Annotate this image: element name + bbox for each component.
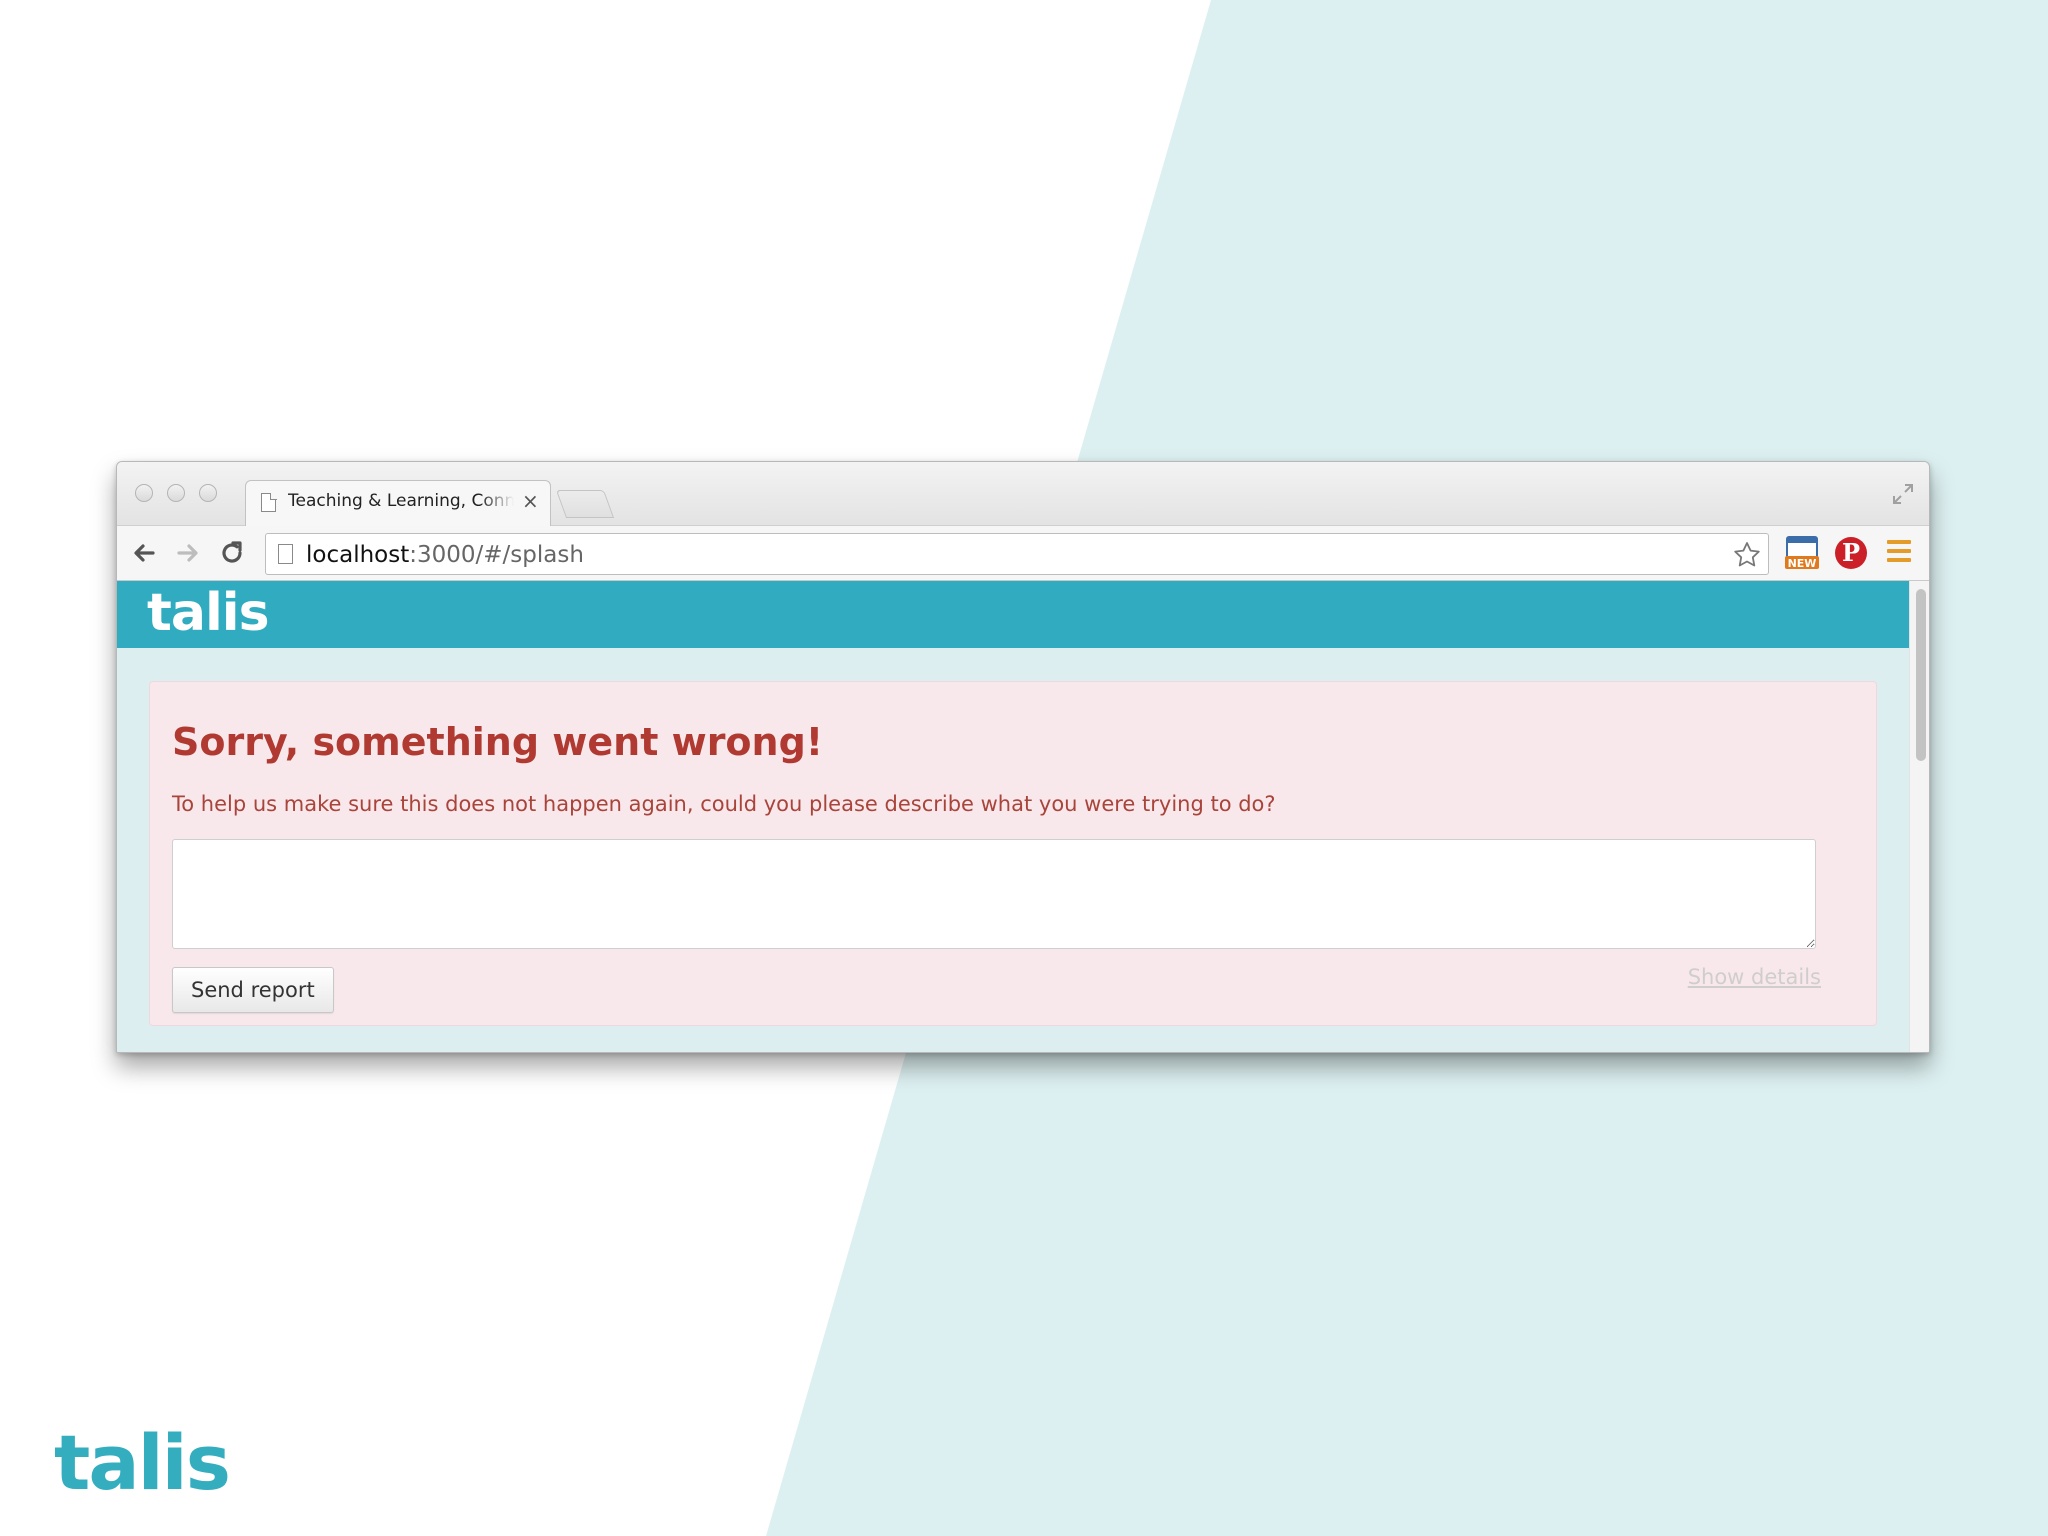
error-panel: Sorry, something went wrong! To help us … — [149, 681, 1877, 1026]
show-details-link[interactable]: Show details — [1688, 965, 1821, 989]
app-header: talis — [117, 581, 1909, 648]
address-bar[interactable]: localhost:3000/#/splash — [265, 533, 1769, 575]
page-viewport: talis Sorry, something went wrong! To he… — [117, 581, 1909, 1052]
fullscreen-icon[interactable] — [1891, 482, 1915, 506]
url-host: localhost — [306, 542, 410, 568]
tab-close-icon[interactable]: × — [522, 489, 539, 513]
report-textarea[interactable] — [172, 839, 1816, 949]
document-icon — [261, 493, 276, 512]
browser-tab[interactable]: Teaching & Learning, Connected × — [245, 480, 551, 527]
url-text[interactable]: localhost:3000/#/splash — [306, 542, 584, 568]
url-path: :3000/#/splash — [409, 542, 584, 568]
send-report-button[interactable]: Send report — [172, 967, 334, 1013]
browser-window: Teaching & Learning, Connected × localho… — [116, 461, 1930, 1053]
error-description: To help us make sure this does not happe… — [172, 792, 1276, 816]
hamburger-menu-icon[interactable] — [1887, 540, 1911, 564]
zoom-window-button[interactable] — [199, 484, 217, 502]
pinterest-icon[interactable]: P — [1835, 537, 1867, 569]
scrollbar-thumb[interactable] — [1916, 589, 1926, 761]
extension-new-icon[interactable]: NEW — [1783, 534, 1821, 572]
back-arrow-icon[interactable] — [129, 538, 159, 568]
brand-logo: talis — [54, 1418, 231, 1507]
talis-logo[interactable]: talis — [147, 585, 270, 641]
extension-badge-label: NEW — [1788, 557, 1817, 570]
forward-arrow-icon[interactable] — [173, 538, 203, 568]
minimize-window-button[interactable] — [167, 484, 185, 502]
tab-title: Teaching & Learning, Connected — [288, 491, 514, 511]
reload-icon[interactable] — [217, 538, 247, 568]
vertical-scrollbar[interactable] — [1909, 581, 1929, 1052]
page-icon — [278, 544, 293, 564]
bookmark-star-icon[interactable] — [1732, 540, 1762, 570]
title-bar: Teaching & Learning, Connected × — [117, 462, 1929, 527]
close-window-button[interactable] — [135, 484, 153, 502]
new-tab-button[interactable] — [555, 490, 615, 518]
error-title: Sorry, something went wrong! — [172, 720, 824, 764]
browser-toolbar: localhost:3000/#/splash NEW P — [117, 526, 1929, 581]
